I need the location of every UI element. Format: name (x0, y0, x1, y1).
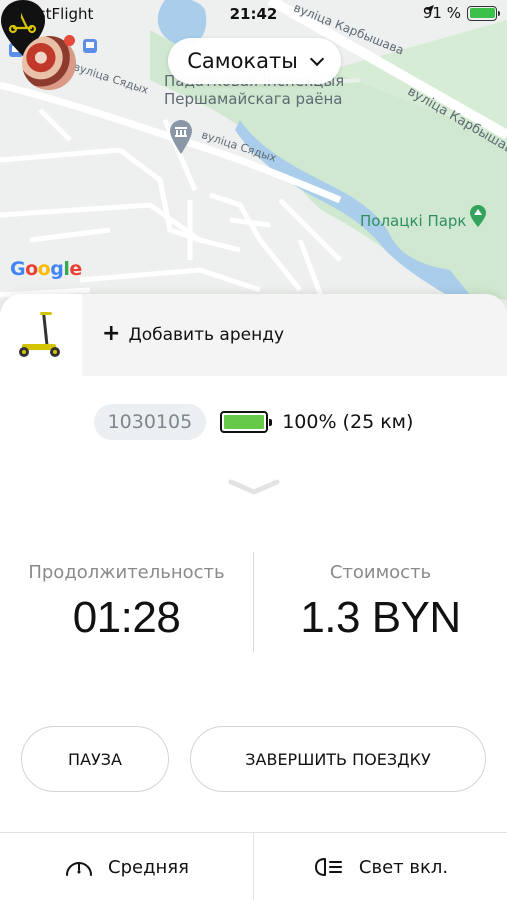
map-label-park: Полацкі Парк (360, 212, 467, 230)
plus-icon: + (102, 321, 121, 346)
speed-mode-label: Средняя (108, 856, 189, 878)
bottom-bar: Средняя Свет вкл. (0, 832, 507, 900)
status-bar-right: 91 % (423, 4, 500, 22)
status-bar: ◀ TestFlight 21:42 91 % (0, 0, 507, 30)
map-label-tax-office-2: Першамайскага раёна (164, 90, 343, 108)
add-rental-label: Добавить аренду (128, 325, 285, 345)
vehicle-info-row: 1030105 100% (25 км) (0, 402, 507, 442)
vehicle-battery-icon (220, 411, 273, 433)
speedometer-icon (66, 862, 93, 876)
vehicle-battery-fill (224, 415, 265, 429)
scooter-icon (19, 312, 60, 357)
government-pin-icon (170, 120, 192, 154)
speed-mode-button[interactable]: Средняя (0, 833, 253, 900)
vehicle-battery-text: 100% (25 км) (282, 411, 414, 433)
headlight-label: Свет вкл. (358, 856, 449, 878)
chevron-down-icon (309, 51, 324, 66)
pause-button[interactable]: ПАУЗА (21, 726, 169, 792)
status-battery-icon (467, 5, 500, 21)
duration-value: 01:28 (72, 593, 181, 642)
add-rental-button[interactable]: + Добавить аренду (82, 294, 507, 376)
ride-sheet: + Добавить аренду 1030105 100% (25 км) П… (0, 294, 507, 900)
park-pin-icon (470, 205, 486, 227)
headlight-toggle[interactable]: Свет вкл. (254, 833, 507, 900)
cost-value: 1.3 BYN (300, 593, 461, 642)
finish-ride-button[interactable]: ЗАВЕРШИТЬ ПОЕЗДКУ (190, 726, 486, 792)
vehicle-type-label: Самокаты (187, 49, 298, 73)
rental-row: + Добавить аренду (0, 294, 507, 376)
map-view[interactable]: Падатковая інспекцыя Першамайскага раёна… (0, 0, 507, 320)
cost-label: Стоимость (329, 562, 432, 583)
duration-label: Продолжительность (28, 562, 225, 583)
headlight-icon (314, 858, 342, 876)
duration-stat: Продолжительность 01:28 (0, 552, 253, 643)
vehicle-type-selector[interactable]: Самокаты (168, 38, 341, 84)
cost-stat: Стоимость 1.3 BYN (254, 552, 507, 643)
google-logo: Google (10, 258, 82, 280)
vehicle-id-badge: 1030105 (93, 404, 207, 440)
current-scooter-tab[interactable] (0, 294, 82, 376)
ride-stats: Продолжительность 01:28 Стоимость 1.3 BY… (0, 552, 507, 656)
collapse-chevron-icon[interactable] (228, 476, 280, 498)
notification-dot (64, 35, 75, 46)
transit-icon-2 (83, 39, 97, 53)
location-arrow-icon (423, 5, 434, 15)
